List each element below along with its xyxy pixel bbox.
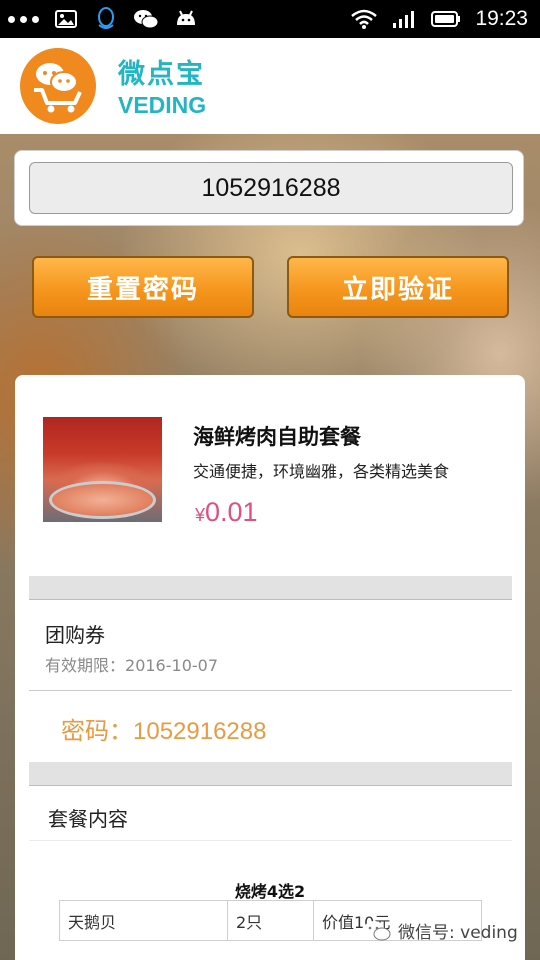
chat-cart-logo-icon	[20, 48, 96, 124]
deal-description: 交通便捷，环境幽雅，各类精选美食	[193, 462, 450, 481]
wechat-icon	[133, 8, 159, 30]
reset-password-button[interactable]: 重置密码	[32, 256, 254, 318]
deal-thumbnail[interactable]	[43, 417, 162, 522]
price-value: 0.01	[205, 497, 258, 527]
qq-icon	[93, 7, 119, 30]
wechat-icon	[364, 920, 391, 940]
deal-price: ¥0.01	[195, 497, 258, 528]
status-bar: 19:23	[0, 0, 540, 38]
code-value: 1052916288	[133, 718, 267, 745]
section-separator	[29, 576, 512, 600]
more-dots-icon	[8, 15, 39, 23]
divider	[29, 840, 512, 841]
image-icon	[53, 8, 79, 30]
code-label: 密码：	[61, 717, 133, 745]
app-header: 微点宝 VEDING	[0, 38, 540, 134]
package-table-caption: 烧烤4选2	[234, 882, 306, 901]
voucher-code-display: 密码：1052916288	[61, 711, 266, 746]
wechat-watermark: 微信号: veding	[362, 918, 518, 943]
status-bar-left	[8, 7, 199, 30]
voucher-code-input[interactable]	[29, 162, 513, 214]
validity-period: 有效期限：2016-10-07	[45, 652, 218, 676]
package-content-title: 套餐内容	[48, 807, 128, 831]
battery-icon	[431, 8, 461, 30]
verify-now-button[interactable]: 立即验证	[287, 256, 509, 318]
voucher-card: 海鲜烤肉自助套餐 交通便捷，环境幽雅，各类精选美食 ¥0.01 团购券 有效期限…	[15, 375, 525, 960]
watermark-text: 微信号: veding	[398, 923, 518, 943]
android-icon	[173, 8, 199, 30]
brand-name-chinese: 微点宝	[118, 59, 205, 90]
wifi-icon	[351, 8, 378, 30]
brand-name-english: VEDING	[118, 92, 207, 118]
validity-label: 有效期限：	[45, 656, 126, 675]
clock-time: 19:23	[475, 7, 528, 30]
signal-icon	[391, 8, 417, 30]
deal-title[interactable]: 海鲜烤肉自助套餐	[193, 421, 361, 451]
code-input-panel	[14, 150, 524, 226]
price-currency: ¥	[195, 505, 206, 525]
divider	[29, 690, 512, 691]
voucher-type-label: 团购券	[45, 623, 105, 647]
table-cell-quantity: 2只	[227, 900, 314, 941]
table-cell-item: 天鹅贝	[59, 900, 228, 941]
status-bar-right: 19:23	[351, 7, 528, 31]
seafood-plate-image	[49, 481, 156, 519]
validity-date: 2016-10-07	[125, 656, 218, 675]
section-separator	[29, 762, 512, 786]
